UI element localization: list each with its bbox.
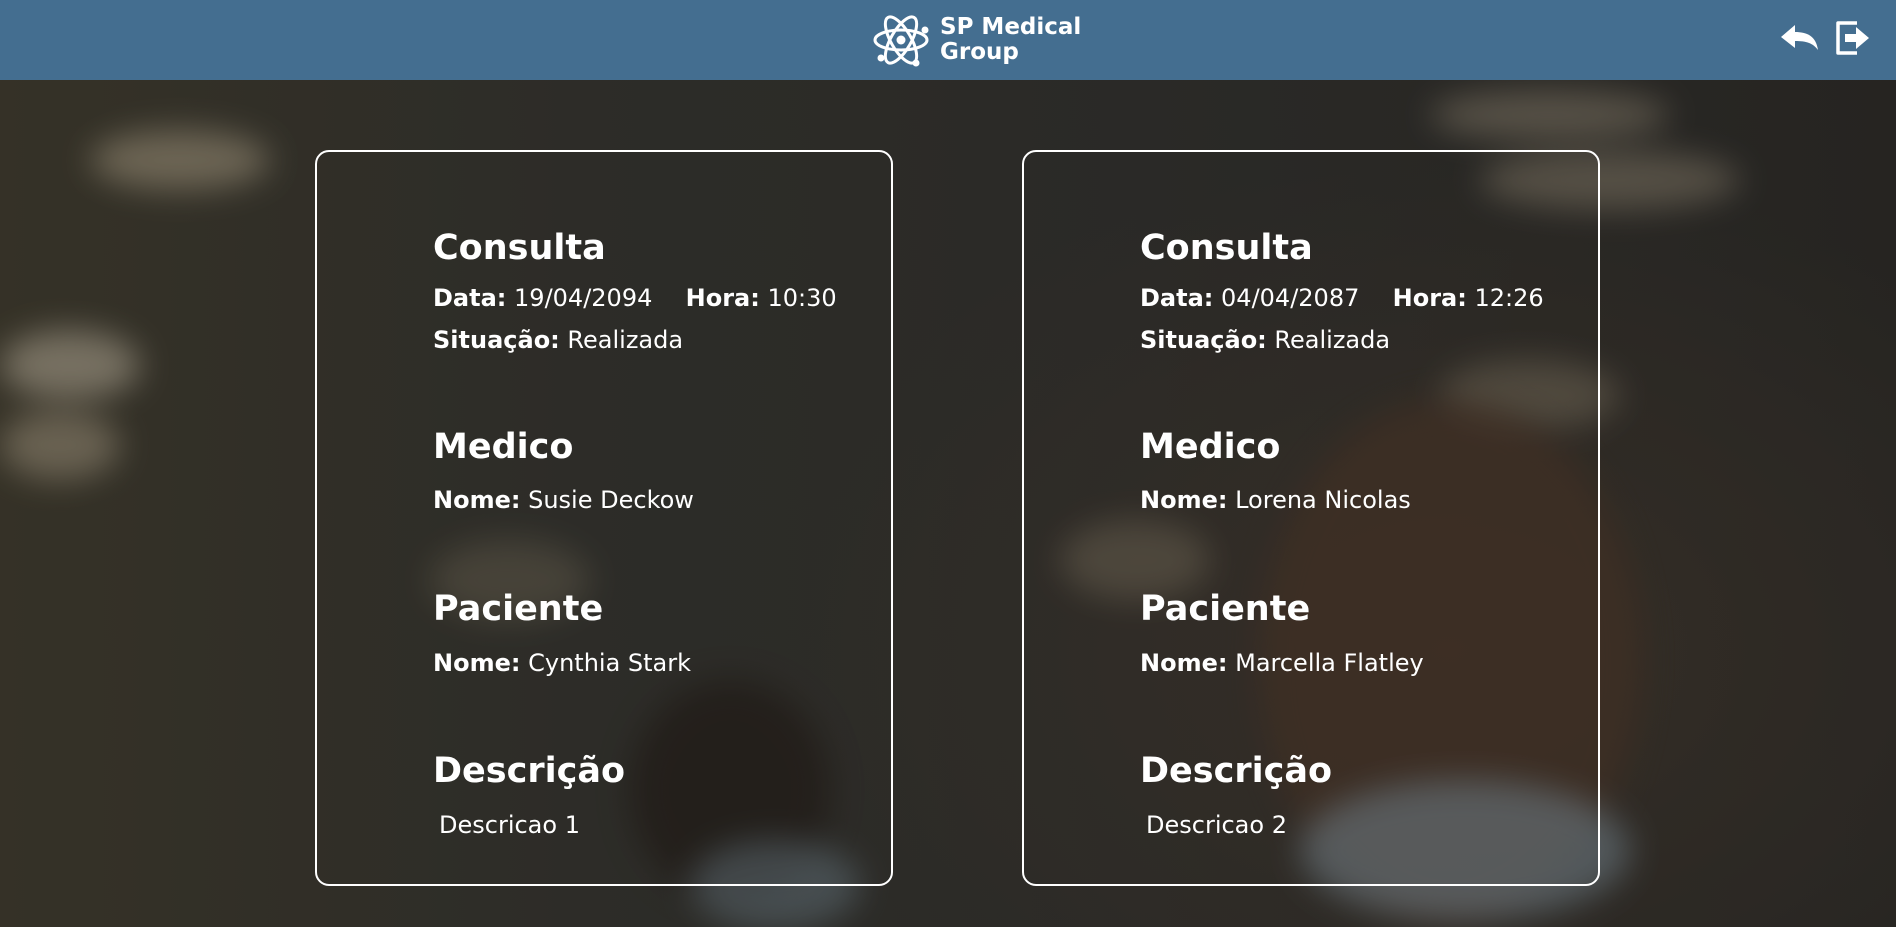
situacao-label: Situação: [1140, 326, 1267, 354]
paciente-title: Paciente [433, 589, 604, 629]
paciente-nome-row: Nome: Marcella Flatley [1140, 648, 1424, 678]
paciente-nome-row: Nome: Cynthia Stark [433, 648, 691, 678]
consulta-title: Consulta [1140, 228, 1313, 268]
logo-text-line2: Group [940, 39, 1019, 65]
paciente-nome-label: Nome: [1140, 649, 1228, 677]
situacao-row: Situação: Realizada [1140, 325, 1390, 355]
data-value: 19/04/2094 [514, 284, 653, 312]
situacao-value: Realizada [1274, 326, 1391, 354]
medico-nome-value: Lorena Nicolas [1235, 486, 1411, 514]
data-label: Data: [1140, 284, 1214, 312]
paciente-title: Paciente [1140, 589, 1311, 629]
logo-text-line1: SP Medical [940, 14, 1082, 40]
hora-label: Hora: [685, 284, 760, 312]
descricao-title: Descrição [1140, 751, 1333, 791]
consulta-title: Consulta [433, 228, 606, 268]
paciente-nome-label: Nome: [433, 649, 521, 677]
hora-value: 12:26 [1474, 284, 1544, 312]
medico-nome-label: Nome: [433, 486, 521, 514]
descricao-value: Descricao 2 [1146, 811, 1287, 839]
descricao-value: Descricao 1 [439, 811, 580, 839]
medico-nome-value: Susie Deckow [528, 486, 694, 514]
medico-nome-row: Nome: Susie Deckow [433, 485, 694, 515]
hora-label: Hora: [1392, 284, 1467, 312]
appointment-card: Consulta Data: 04/04/2087 Hora: 12:26 Si… [1022, 150, 1600, 886]
background-image [0, 0, 1896, 927]
paciente-nome-value: Cynthia Stark [528, 649, 692, 677]
data-hora-row: Data: 04/04/2087 Hora: 12:26 [1140, 283, 1544, 313]
logo-text: SP Medical Group [940, 15, 1081, 65]
data-value: 04/04/2087 [1221, 284, 1360, 312]
situacao-label: Situação: [433, 326, 560, 354]
page: SP Medical Group Consulta Data: 19/04/20… [0, 0, 1896, 927]
logout-icon [1832, 21, 1874, 63]
atom-icon [872, 10, 930, 70]
data-hora-row: Data: 19/04/2094 Hora: 10:30 [433, 283, 837, 313]
hora-value: 10:30 [767, 284, 837, 312]
back-button[interactable] [1778, 17, 1820, 59]
medico-title: Medico [433, 427, 574, 467]
header-bar: SP Medical Group [0, 0, 1896, 80]
situacao-row: Situação: Realizada [433, 325, 683, 355]
medico-nome-label: Nome: [1140, 486, 1228, 514]
paciente-nome-value: Marcella Flatley [1235, 649, 1424, 677]
appointment-card: Consulta Data: 19/04/2094 Hora: 10:30 Si… [315, 150, 893, 886]
back-arrow-icon [1778, 25, 1820, 63]
logo[interactable]: SP Medical Group [872, 8, 1081, 72]
medico-title: Medico [1140, 427, 1281, 467]
logout-button[interactable] [1832, 17, 1874, 59]
data-label: Data: [433, 284, 507, 312]
descricao-title: Descrição [433, 751, 626, 791]
medico-nome-row: Nome: Lorena Nicolas [1140, 485, 1411, 515]
situacao-value: Realizada [567, 326, 684, 354]
